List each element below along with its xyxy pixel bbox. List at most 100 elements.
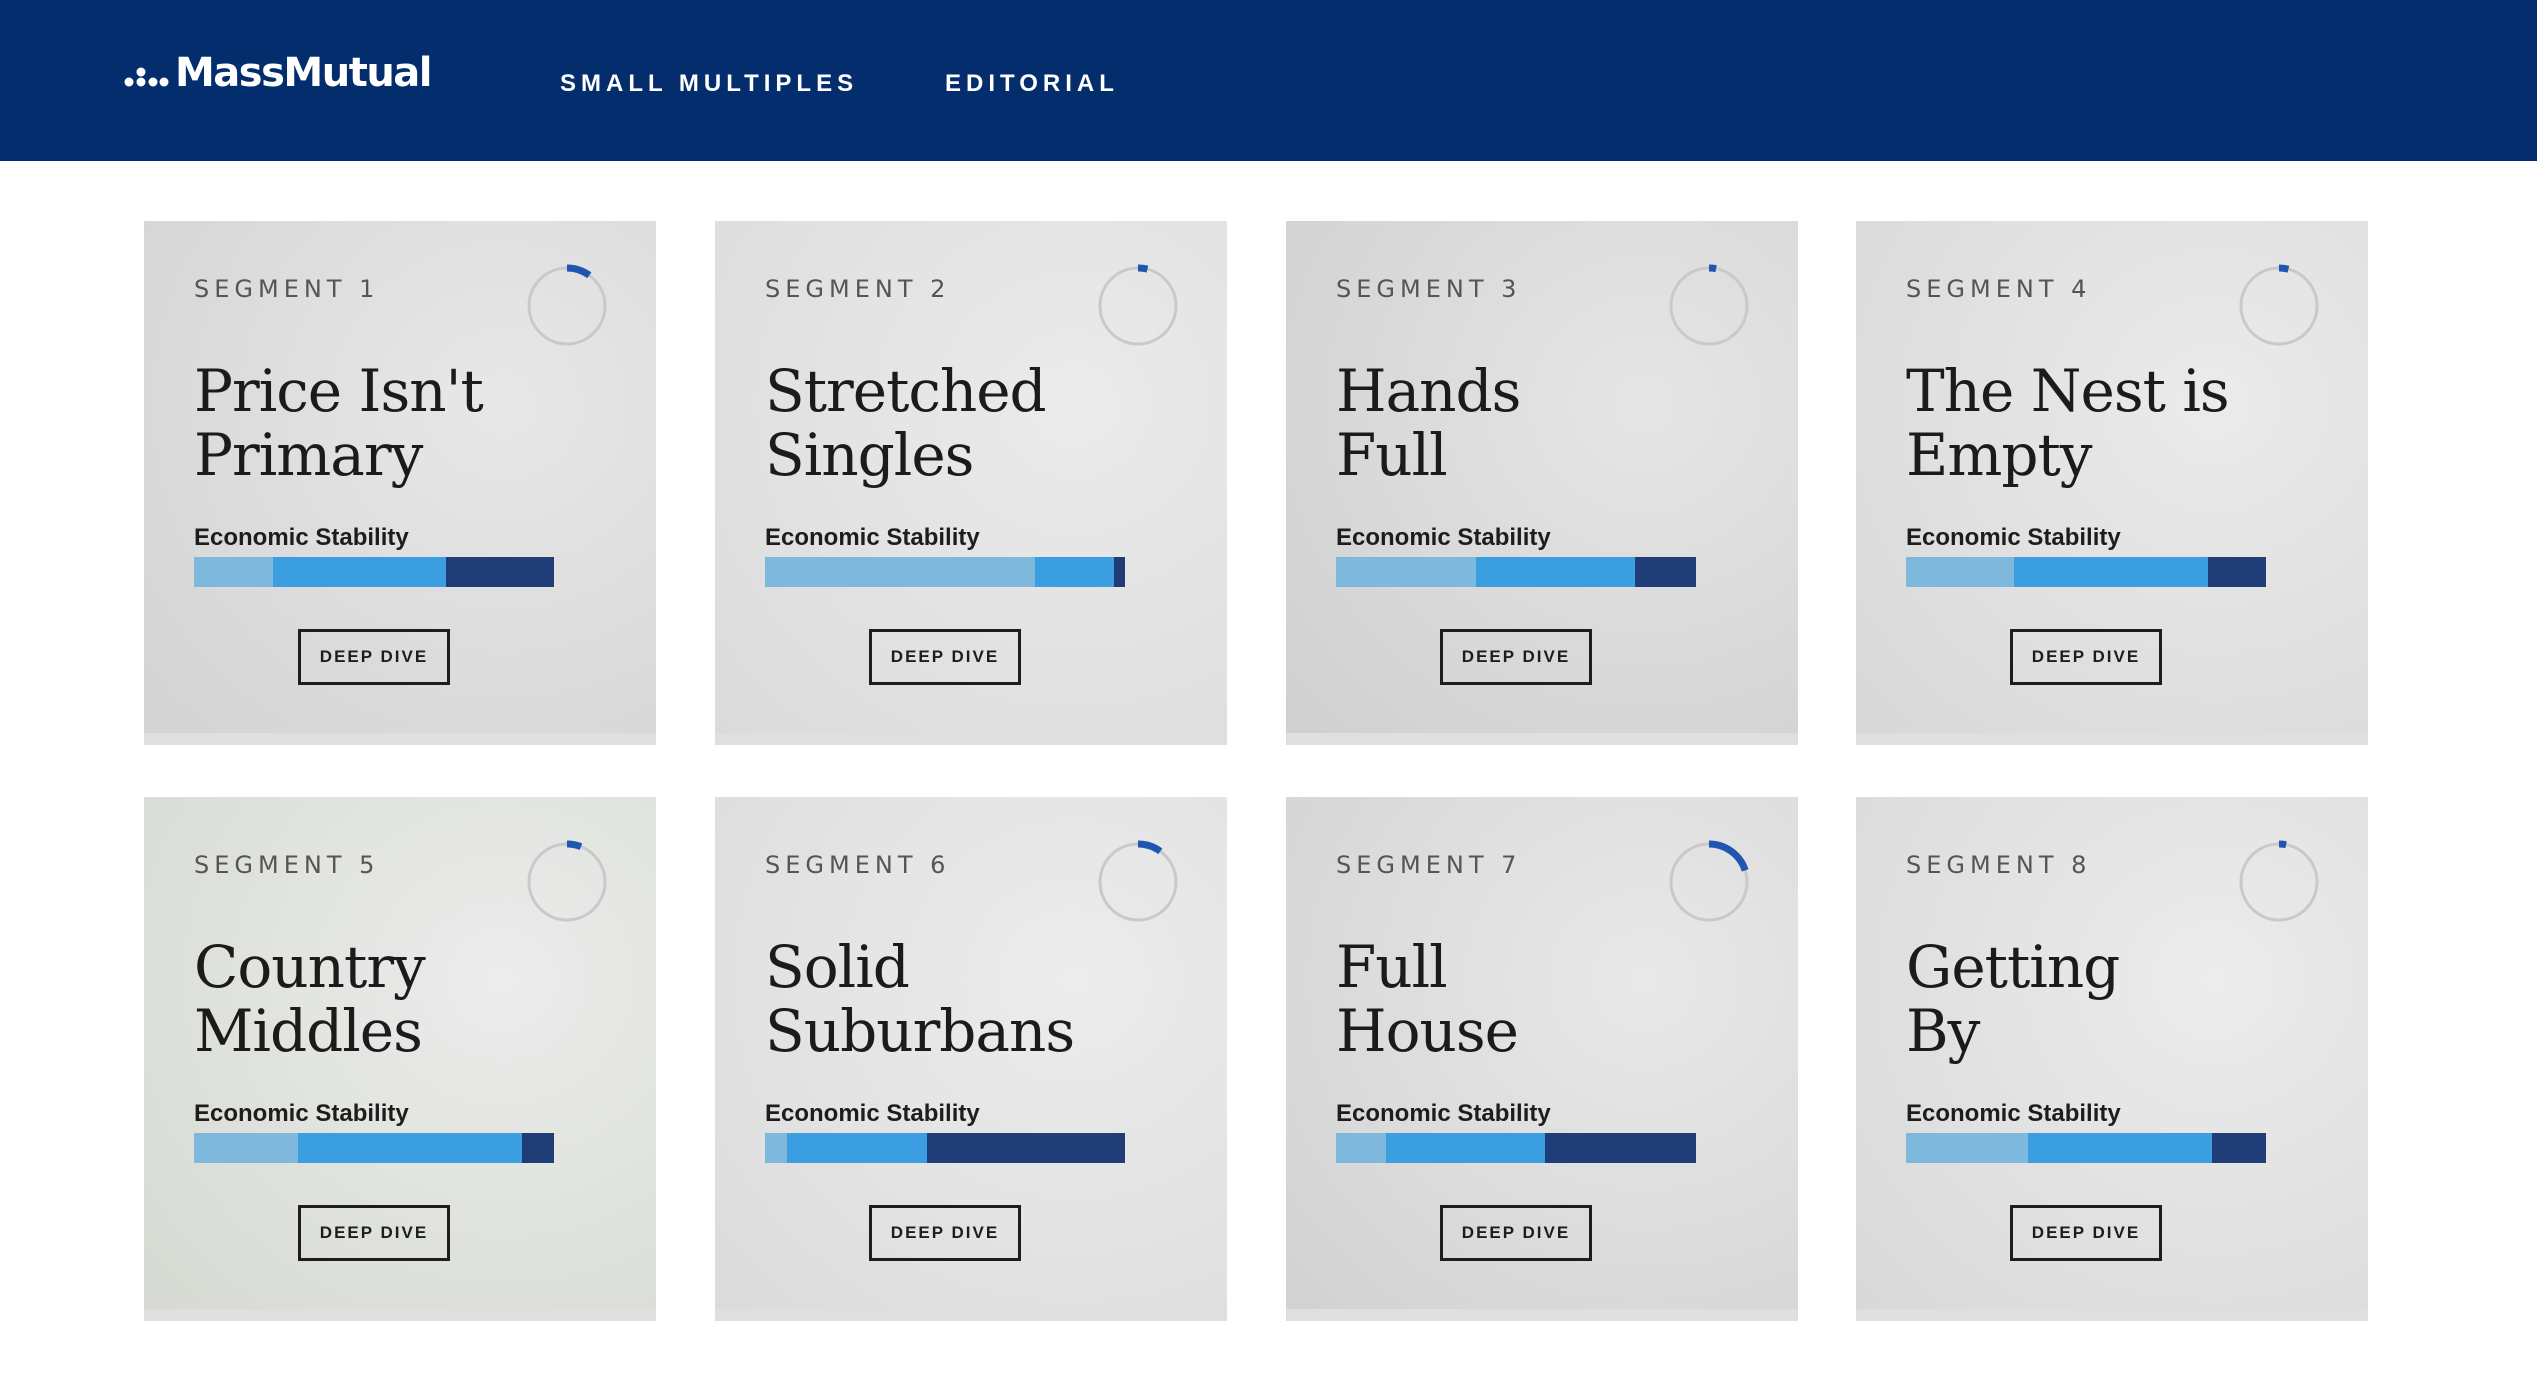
progress-ring-track bbox=[2239, 842, 2319, 922]
segment-title-line: Stretched bbox=[765, 357, 1047, 425]
stability-bar-segment bbox=[1906, 1133, 2029, 1163]
progress-ring-track bbox=[2239, 266, 2319, 346]
progress-ring-icon bbox=[525, 840, 609, 924]
stability-bar-segment bbox=[445, 557, 554, 587]
economic-stability-bar bbox=[1906, 1133, 2266, 1163]
economic-stability-bar bbox=[1336, 557, 1696, 587]
economic-stability-bar bbox=[194, 1133, 554, 1163]
card-bottom-strip bbox=[1286, 733, 1798, 745]
segment-title: Full House bbox=[1336, 935, 1756, 1063]
segment-label: SEGMENT 2 bbox=[765, 275, 951, 303]
segment-title-line: Empty bbox=[1906, 421, 2093, 489]
economic-stability-bar bbox=[1906, 557, 2266, 587]
deep-dive-button[interactable]: DEEP DIVE bbox=[298, 1205, 450, 1261]
segment-title-line: Hands bbox=[1336, 357, 1521, 425]
economic-stability-label: Economic Stability bbox=[765, 524, 980, 551]
stability-bar-segment bbox=[765, 1133, 787, 1163]
progress-ring-icon bbox=[1667, 264, 1751, 348]
nav-editorial[interactable]: EDITORIAL bbox=[945, 70, 1119, 98]
card-bottom-strip bbox=[144, 1309, 656, 1321]
segment-title-line: Full bbox=[1336, 933, 1448, 1001]
segment-card[interactable]: SEGMENT 7 Full House Economic Stability DEEP… bbox=[1286, 797, 1798, 1321]
segment-card[interactable]: SEGMENT 2 Stretched Singles Economic Stabil… bbox=[715, 221, 1227, 745]
segment-card[interactable]: SEGMENT 8 Getting By Economic Stability DEEP… bbox=[1856, 797, 2368, 1321]
progress-ring-track bbox=[1098, 842, 1178, 922]
economic-stability-bar bbox=[1336, 1133, 1696, 1163]
economic-stability-bar bbox=[765, 1133, 1125, 1163]
segment-label: SEGMENT 4 bbox=[1906, 275, 2092, 303]
progress-ring-icon bbox=[1096, 264, 1180, 348]
economic-stability-label: Economic Stability bbox=[194, 1100, 409, 1127]
segment-label: SEGMENT 7 bbox=[1336, 851, 1522, 879]
segment-card[interactable]: SEGMENT 3 Hands Full Economic Stability DEEP… bbox=[1286, 221, 1798, 745]
segment-title: Getting By bbox=[1906, 935, 2326, 1063]
stability-bar-segment bbox=[1386, 1133, 1545, 1163]
segment-label: SEGMENT 1 bbox=[194, 275, 380, 303]
stability-bar-segment bbox=[1336, 557, 1477, 587]
segment-label: SEGMENT 8 bbox=[1906, 851, 2092, 879]
stability-bar-segment bbox=[1544, 1133, 1696, 1163]
card-bottom-strip bbox=[715, 733, 1227, 745]
card-bottom-strip bbox=[1856, 1309, 2368, 1321]
card-bottom-strip bbox=[144, 733, 656, 745]
deep-dive-button[interactable]: DEEP DIVE bbox=[2010, 1205, 2162, 1261]
deep-dive-button[interactable]: DEEP DIVE bbox=[298, 629, 450, 685]
segment-label: SEGMENT 5 bbox=[194, 851, 380, 879]
economic-stability-label: Economic Stability bbox=[765, 1100, 980, 1127]
stability-bar-segment bbox=[1035, 557, 1115, 587]
deep-dive-button[interactable]: DEEP DIVE bbox=[1440, 629, 1592, 685]
segment-title-line: Full bbox=[1336, 421, 1448, 489]
segment-title-line: Singles bbox=[765, 421, 974, 489]
card-bottom-strip bbox=[1286, 1309, 1798, 1321]
segment-title-line: By bbox=[1906, 997, 1980, 1065]
segment-card[interactable]: SEGMENT 5 Country Middles Economic Stabilit… bbox=[144, 797, 656, 1321]
stability-bar-segment bbox=[1906, 557, 2014, 587]
segment-card[interactable]: SEGMENT 4 The Nest is Empty Economic Stabil… bbox=[1856, 221, 2368, 745]
stability-bar-segment bbox=[521, 1133, 554, 1163]
stability-bar-segment bbox=[765, 557, 1035, 587]
segment-title: Price Isn't Primary bbox=[194, 359, 614, 487]
segment-card[interactable]: SEGMENT 1 Price Isn't Primary Economic Stab… bbox=[144, 221, 656, 745]
stability-bar-segment bbox=[1114, 557, 1125, 587]
segment-title-line: Middles bbox=[194, 997, 423, 1065]
stability-bar-segment bbox=[1634, 557, 1696, 587]
stability-bar-segment bbox=[2014, 557, 2209, 587]
economic-stability-label: Economic Stability bbox=[1906, 1100, 2121, 1127]
progress-ring-icon bbox=[525, 264, 609, 348]
economic-stability-label: Economic Stability bbox=[1336, 1100, 1551, 1127]
stability-bar-segment bbox=[2028, 1133, 2212, 1163]
segment-title: Stretched Singles bbox=[765, 359, 1185, 487]
progress-ring-icon bbox=[1667, 840, 1751, 924]
segment-card[interactable]: SEGMENT 6 Solid Suburbans Economic Stabilit… bbox=[715, 797, 1227, 1321]
card-bottom-strip bbox=[1856, 733, 2368, 745]
segment-title: Country Middles bbox=[194, 935, 614, 1063]
segment-title-line: Solid bbox=[765, 933, 910, 1001]
segment-title-line: Country bbox=[194, 933, 426, 1001]
deep-dive-button[interactable]: DEEP DIVE bbox=[1440, 1205, 1592, 1261]
segment-title: Hands Full bbox=[1336, 359, 1756, 487]
progress-ring-track bbox=[527, 842, 607, 922]
card-bottom-strip bbox=[715, 1309, 1227, 1321]
deep-dive-button[interactable]: DEEP DIVE bbox=[869, 629, 1021, 685]
economic-stability-bar bbox=[765, 557, 1125, 587]
progress-ring-icon bbox=[1096, 840, 1180, 924]
stability-bar-segment bbox=[2208, 557, 2266, 587]
segment-title-line: Primary bbox=[194, 421, 423, 489]
segment-title-line: House bbox=[1336, 997, 1519, 1065]
massmutual-logo[interactable]: MassMutual bbox=[124, 48, 433, 98]
segment-title-line: Getting bbox=[1906, 933, 2120, 1001]
progress-ring-track bbox=[527, 266, 607, 346]
segment-title-line: Price Isn't bbox=[194, 357, 484, 425]
nav-small-multiples[interactable]: SMALL MULTIPLES bbox=[560, 70, 858, 98]
deep-dive-button[interactable]: DEEP DIVE bbox=[869, 1205, 1021, 1261]
dots-logo-icon bbox=[124, 67, 169, 87]
segment-title: Solid Suburbans bbox=[765, 935, 1185, 1063]
segment-title-line: The Nest is bbox=[1906, 357, 2230, 425]
stability-bar-segment bbox=[194, 557, 274, 587]
progress-ring-icon bbox=[2237, 840, 2321, 924]
deep-dive-button[interactable]: DEEP DIVE bbox=[2010, 629, 2162, 685]
stability-bar-segment bbox=[926, 1133, 1125, 1163]
stability-bar-segment bbox=[194, 1133, 299, 1163]
stability-bar-segment bbox=[2211, 1133, 2266, 1163]
progress-ring-track bbox=[1098, 266, 1178, 346]
